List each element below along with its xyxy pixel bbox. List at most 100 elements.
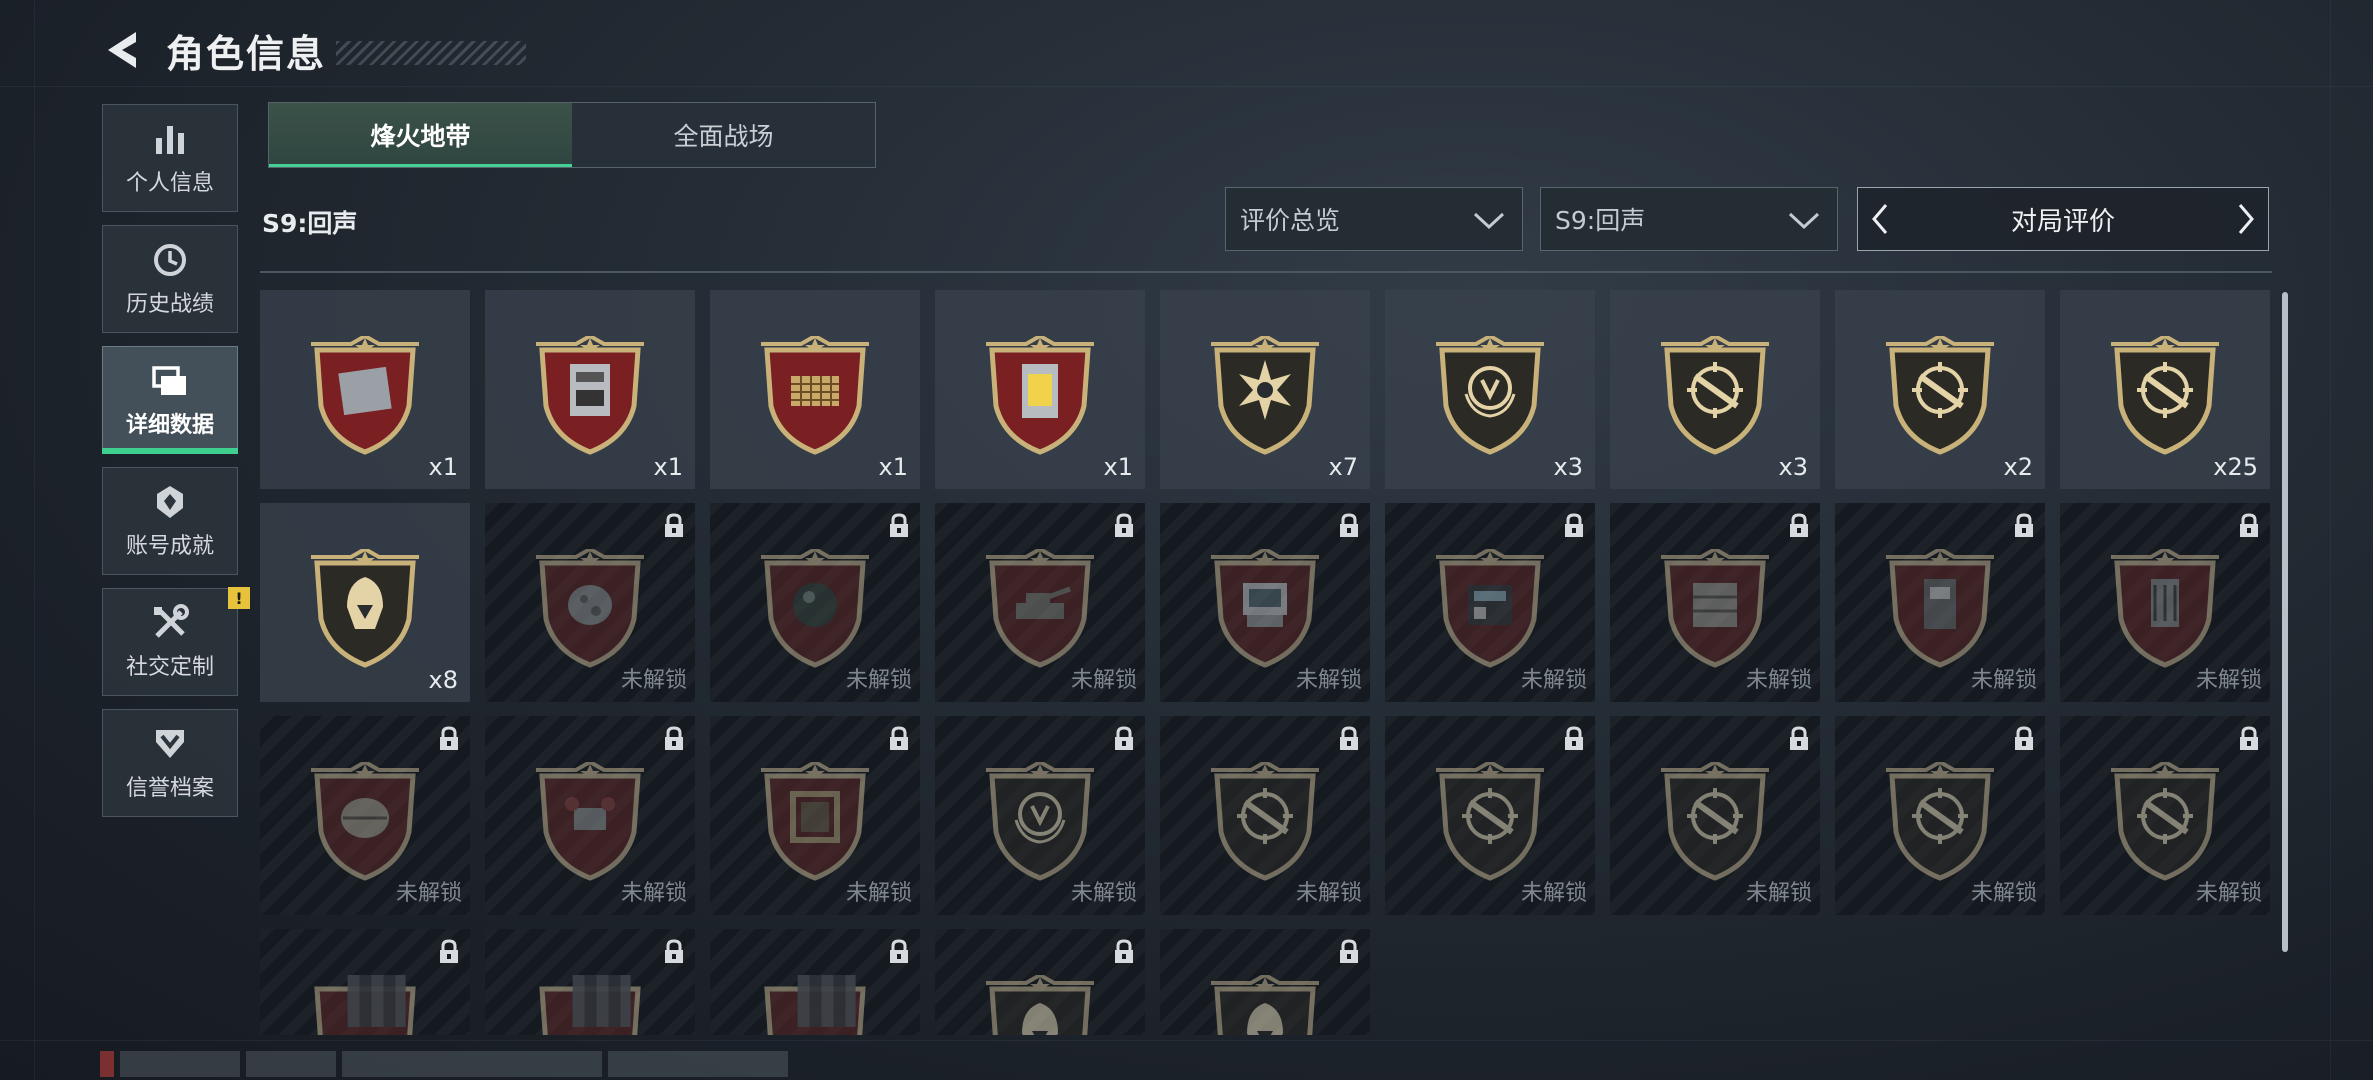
medal-card[interactable]: x1 (710, 290, 920, 489)
medal-card[interactable]: 未解锁 (710, 716, 920, 915)
shield-chevron-icon (150, 724, 190, 764)
overview-dropdown-value: 评价总览 (1240, 206, 1341, 235)
blurred-footer (100, 1048, 860, 1080)
lock-icon (2240, 726, 2258, 750)
medal-count: x8 (428, 666, 458, 694)
lock-icon (440, 939, 458, 963)
back-arrow-icon (108, 32, 136, 68)
locked-status: 未解锁 (1970, 881, 2037, 906)
locked-status: 未解锁 (845, 881, 912, 906)
medal-card[interactable]: 未解锁 (1160, 716, 1370, 915)
reactor-core-icon (986, 336, 1094, 455)
sidebar-item-label: 个人信息 (125, 171, 214, 196)
medal-card[interactable]: x1 (260, 290, 470, 489)
lock-icon (665, 513, 683, 537)
medal-card[interactable]: 未解锁 (2060, 503, 2270, 702)
page-title: 角色信息 (166, 31, 327, 76)
lock-icon (2015, 513, 2033, 537)
medal-card[interactable]: 未解锁 (260, 716, 470, 915)
medal-card[interactable]: 未解锁 (485, 716, 695, 915)
medal-card[interactable] (935, 929, 1145, 1035)
medal-count: x2 (2003, 453, 2033, 481)
pixelated-medal-icon (797, 975, 856, 1027)
medal-card[interactable]: x2 (1835, 290, 2045, 489)
lock-icon (1790, 726, 1808, 750)
medal-card[interactable]: 未解锁 (1160, 503, 1370, 702)
sidebar-item-reputation[interactable]: 信誉档案 (102, 709, 238, 817)
medal-card[interactable]: x25 (2060, 290, 2270, 489)
meteorite-icon (536, 549, 644, 668)
chess-board-icon (761, 336, 869, 455)
medal-card[interactable]: 未解锁 (1610, 716, 1820, 915)
sidebar-item-achievements[interactable]: 账号成就 (102, 467, 238, 575)
prev-button[interactable] (1858, 188, 1902, 250)
medal-card[interactable] (1160, 929, 1370, 1035)
medal-card[interactable]: x3 (1610, 290, 1820, 489)
title-decoration (336, 41, 527, 65)
sidebar-item-label: 详细数据 (125, 413, 214, 438)
medal-card[interactable] (710, 929, 920, 1035)
locked-status: 未解锁 (620, 881, 687, 906)
sidebar-item-history[interactable]: 历史战绩 (102, 225, 238, 333)
rifle-crosshair-icon (1661, 336, 1769, 455)
lock-icon (1115, 513, 1133, 537)
medal-card[interactable]: x3 (1385, 290, 1595, 489)
overview-dropdown[interactable]: 评价总览 (1225, 187, 1523, 251)
sniper-crosshair-icon (1211, 762, 1319, 881)
medal-count: x1 (1103, 453, 1133, 481)
sidebar-item-social-customization[interactable]: ! 社交定制 (102, 587, 250, 696)
bar-chart-icon (150, 119, 190, 159)
sidebar-item-detailed-data[interactable]: 详细数据 (102, 346, 238, 454)
lock-icon (1340, 513, 1358, 537)
ammo-crate-icon (1661, 549, 1769, 668)
locked-status: 未解锁 (395, 881, 462, 906)
medal-card[interactable]: x7 (1160, 290, 1370, 489)
mode-tabs: 烽火地带 全面战场 (268, 102, 876, 168)
sidebar-item-label: 信誉档案 (125, 776, 214, 801)
circuit-board-icon (1436, 549, 1544, 668)
medal-card[interactable]: x1 (485, 290, 695, 489)
medal-count: x25 (2213, 453, 2258, 481)
sidebar-item-label: 账号成就 (125, 534, 214, 559)
laurel-emblem-icon (1436, 336, 1544, 455)
medal-card[interactable] (260, 929, 470, 1035)
locked-status: 未解锁 (1070, 881, 1137, 906)
knife-crosshair-icon (2111, 336, 2219, 455)
wrench-screwdriver-icon (150, 603, 190, 643)
lock-icon (1115, 939, 1133, 963)
locked-status: 未解锁 (1745, 668, 1812, 693)
lantern-device-icon (2111, 549, 2219, 668)
scrollbar[interactable] (2282, 292, 2288, 952)
medal-card[interactable] (485, 929, 695, 1035)
medal-card[interactable]: 未解锁 (485, 503, 695, 702)
season-label: S9:回声 (262, 209, 358, 238)
medal-card[interactable]: 未解锁 (935, 503, 1145, 702)
medal-card[interactable]: 未解锁 (1835, 716, 2045, 915)
medal-card[interactable]: 未解锁 (1610, 503, 1820, 702)
medal-card[interactable]: 未解锁 (1385, 716, 1595, 915)
medal-card[interactable]: 未解锁 (710, 503, 920, 702)
medal-grid: x1 x1 x1 x1 x7 x3 x3 x2 x25 x8 未解锁 未解锁 未解锁 未解锁 未解锁 未解锁未… (260, 290, 2272, 1035)
season-dropdown[interactable]: S9:回声 (1540, 187, 1838, 251)
medal-card[interactable]: 未解锁 (935, 716, 1145, 915)
lock-icon (2240, 513, 2258, 537)
medal-card[interactable]: x1 (935, 290, 1145, 489)
medal-card[interactable]: x8 (260, 503, 470, 702)
tab-hazard-zone[interactable]: 烽火地带 (269, 103, 572, 167)
back-button[interactable] (100, 25, 144, 75)
locked-status: 未解锁 (1295, 668, 1362, 693)
next-button[interactable] (2224, 188, 2268, 250)
pixelated-medal-icon (347, 975, 406, 1027)
header: 角色信息 (100, 20, 527, 80)
metal-plate-icon (311, 336, 419, 455)
locked-status: 未解锁 (1070, 668, 1137, 693)
lock-icon (2015, 726, 2033, 750)
tab-full-battlefield[interactable]: 全面战场 (572, 103, 875, 167)
medal-card[interactable]: 未解锁 (2060, 716, 2270, 915)
medal-card[interactable]: 未解锁 (1385, 503, 1595, 702)
sidebar-item-label: 社交定制 (125, 655, 214, 680)
medal-card[interactable]: 未解锁 (1835, 503, 2045, 702)
sidebar-item-personal-info[interactable]: 个人信息 (102, 104, 238, 212)
rifle-crosshair-icon (1436, 762, 1544, 881)
locked-status: 未解锁 (620, 668, 687, 693)
